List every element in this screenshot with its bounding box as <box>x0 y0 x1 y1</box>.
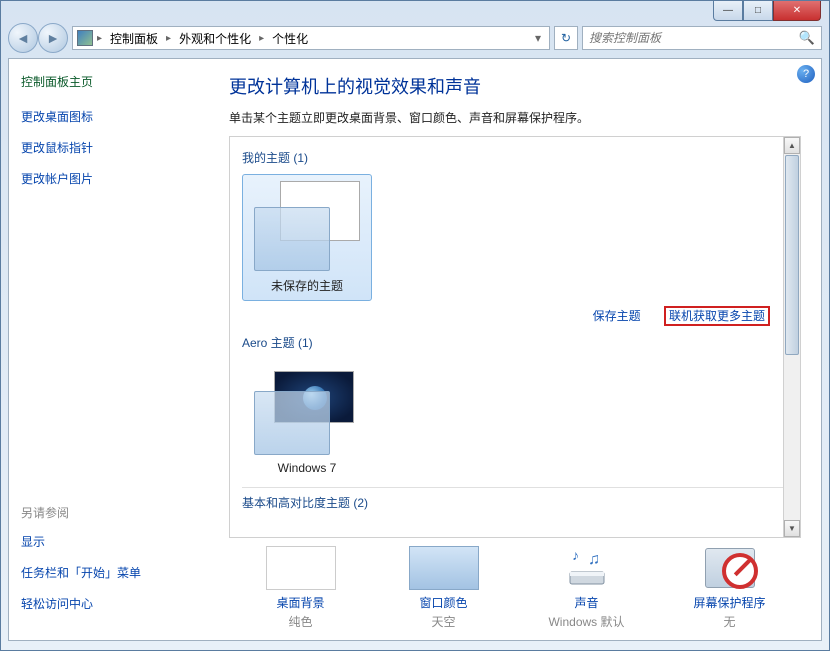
screensaver-icon <box>695 546 765 590</box>
help-icon[interactable]: ? <box>797 65 815 83</box>
sidebar-link-account-picture[interactable]: 更改帐户图片 <box>21 170 197 187</box>
option-label: 屏幕保护程序 <box>693 594 765 611</box>
theme-label: 未保存的主题 <box>271 277 343 294</box>
sidebar-link-desktop-icons[interactable]: 更改桌面图标 <box>21 108 197 125</box>
option-value: 纯色 <box>288 613 312 630</box>
theme-item-unsaved[interactable]: 未保存的主题 <box>242 174 372 301</box>
sound-option[interactable]: ♪ ♫ 声音 Windows 默认 <box>527 546 647 630</box>
theme-item-windows7[interactable]: Windows 7 <box>242 359 372 481</box>
breadcrumb-item[interactable]: 个性化 <box>268 28 312 49</box>
get-more-themes-link[interactable]: 联机获取更多主题 <box>664 306 770 326</box>
see-also-label: 另请参阅 <box>21 504 197 521</box>
page-title: 更改计算机上的视觉效果和声音 <box>229 73 801 99</box>
scroll-thumb[interactable] <box>785 155 799 355</box>
main-panel: 更改计算机上的视觉效果和声音 单击某个主题立即更改桌面背景、窗口颜色、声音和屏幕… <box>209 59 821 640</box>
chevron-right-icon: ▸ <box>257 33 266 44</box>
refresh-button[interactable]: ↻ <box>554 26 578 50</box>
option-label: 声音 <box>574 594 598 611</box>
page-subtitle: 单击某个主题立即更改桌面背景、窗口颜色、声音和屏幕保护程序。 <box>229 109 801 126</box>
breadcrumb[interactable]: ▸ 控制面板 ▸ 外观和个性化 ▸ 个性化 ▾ <box>72 26 550 50</box>
group-my-themes: 我的主题 (1) <box>242 149 788 166</box>
save-theme-link[interactable]: 保存主题 <box>593 309 641 323</box>
scroll-down-icon[interactable]: ▼ <box>784 520 800 537</box>
scrollbar[interactable]: ▲ ▼ <box>783 137 800 537</box>
option-label: 桌面背景 <box>276 594 324 611</box>
sidebar: 控制面板主页 更改桌面图标 更改鼠标指针 更改帐户图片 另请参阅 显示 任务栏和… <box>9 59 209 640</box>
nav-forward-button[interactable]: ► <box>38 23 68 53</box>
option-value: 无 <box>723 613 735 630</box>
window: — □ ✕ ◄ ► ▸ 控制面板 ▸ 外观和个性化 ▸ 个性化 ▾ ↻ 🔍 ? … <box>0 0 830 651</box>
sound-icon: ♪ ♫ <box>552 546 622 590</box>
theme-thumb-icon <box>254 181 360 271</box>
sidebar-link-mouse-pointers[interactable]: 更改鼠标指针 <box>21 139 197 156</box>
theme-thumb-icon <box>254 365 360 455</box>
desktop-background-icon <box>266 546 336 590</box>
svg-text:♫: ♫ <box>588 551 600 568</box>
sidebar-link-taskbar[interactable]: 任务栏和「开始」菜单 <box>21 564 197 581</box>
option-label: 窗口颜色 <box>419 594 467 611</box>
titlebar-buttons: — □ ✕ <box>713 1 821 21</box>
breadcrumb-item[interactable]: 外观和个性化 <box>175 28 255 49</box>
option-value: 天空 <box>431 613 455 630</box>
content-area: ? 控制面板主页 更改桌面图标 更改鼠标指针 更改帐户图片 另请参阅 显示 任务… <box>8 58 822 641</box>
sidebar-link-display[interactable]: 显示 <box>21 533 197 550</box>
desktop-background-option[interactable]: 桌面背景 纯色 <box>241 546 361 630</box>
screensaver-option[interactable]: 屏幕保护程序 无 <box>670 546 790 630</box>
theme-label: Windows 7 <box>278 461 337 475</box>
group-aero-themes: Aero 主题 (1) <box>242 334 788 351</box>
address-bar: ◄ ► ▸ 控制面板 ▸ 外观和个性化 ▸ 个性化 ▾ ↻ 🔍 <box>8 22 822 54</box>
svg-text:♪: ♪ <box>572 547 579 563</box>
breadcrumb-item[interactable]: 控制面板 <box>106 28 162 49</box>
nav-back-button[interactable]: ◄ <box>8 23 38 53</box>
group-basic-themes: 基本和高对比度主题 (2) <box>242 494 788 511</box>
maximize-button[interactable]: □ <box>743 1 773 21</box>
minimize-button[interactable]: — <box>713 1 743 21</box>
theme-actions: 保存主题 联机获取更多主题 <box>242 307 788 324</box>
search-input[interactable] <box>589 31 799 45</box>
search-icon[interactable]: 🔍 <box>799 30 815 46</box>
chevron-right-icon: ▸ <box>95 33 104 44</box>
personalization-options: 桌面背景 纯色 窗口颜色 天空 ♪ ♫ <box>229 538 801 630</box>
chevron-right-icon: ▸ <box>164 33 173 44</box>
close-button[interactable]: ✕ <box>773 1 821 21</box>
sidebar-home[interactable]: 控制面板主页 <box>21 73 197 90</box>
option-value: Windows 默认 <box>548 613 624 630</box>
scroll-up-icon[interactable]: ▲ <box>784 137 800 154</box>
sidebar-link-ease-of-access[interactable]: 轻松访问中心 <box>21 595 197 612</box>
control-panel-icon <box>77 30 93 46</box>
window-color-icon <box>409 546 479 590</box>
breadcrumb-dropdown[interactable]: ▾ <box>531 31 545 45</box>
search-box: 🔍 <box>582 26 822 50</box>
themes-list: ▲ ▼ 我的主题 (1) 未保存的主题 保存主题 联机获取更多主题 Aer <box>229 136 801 538</box>
window-color-option[interactable]: 窗口颜色 天空 <box>384 546 504 630</box>
